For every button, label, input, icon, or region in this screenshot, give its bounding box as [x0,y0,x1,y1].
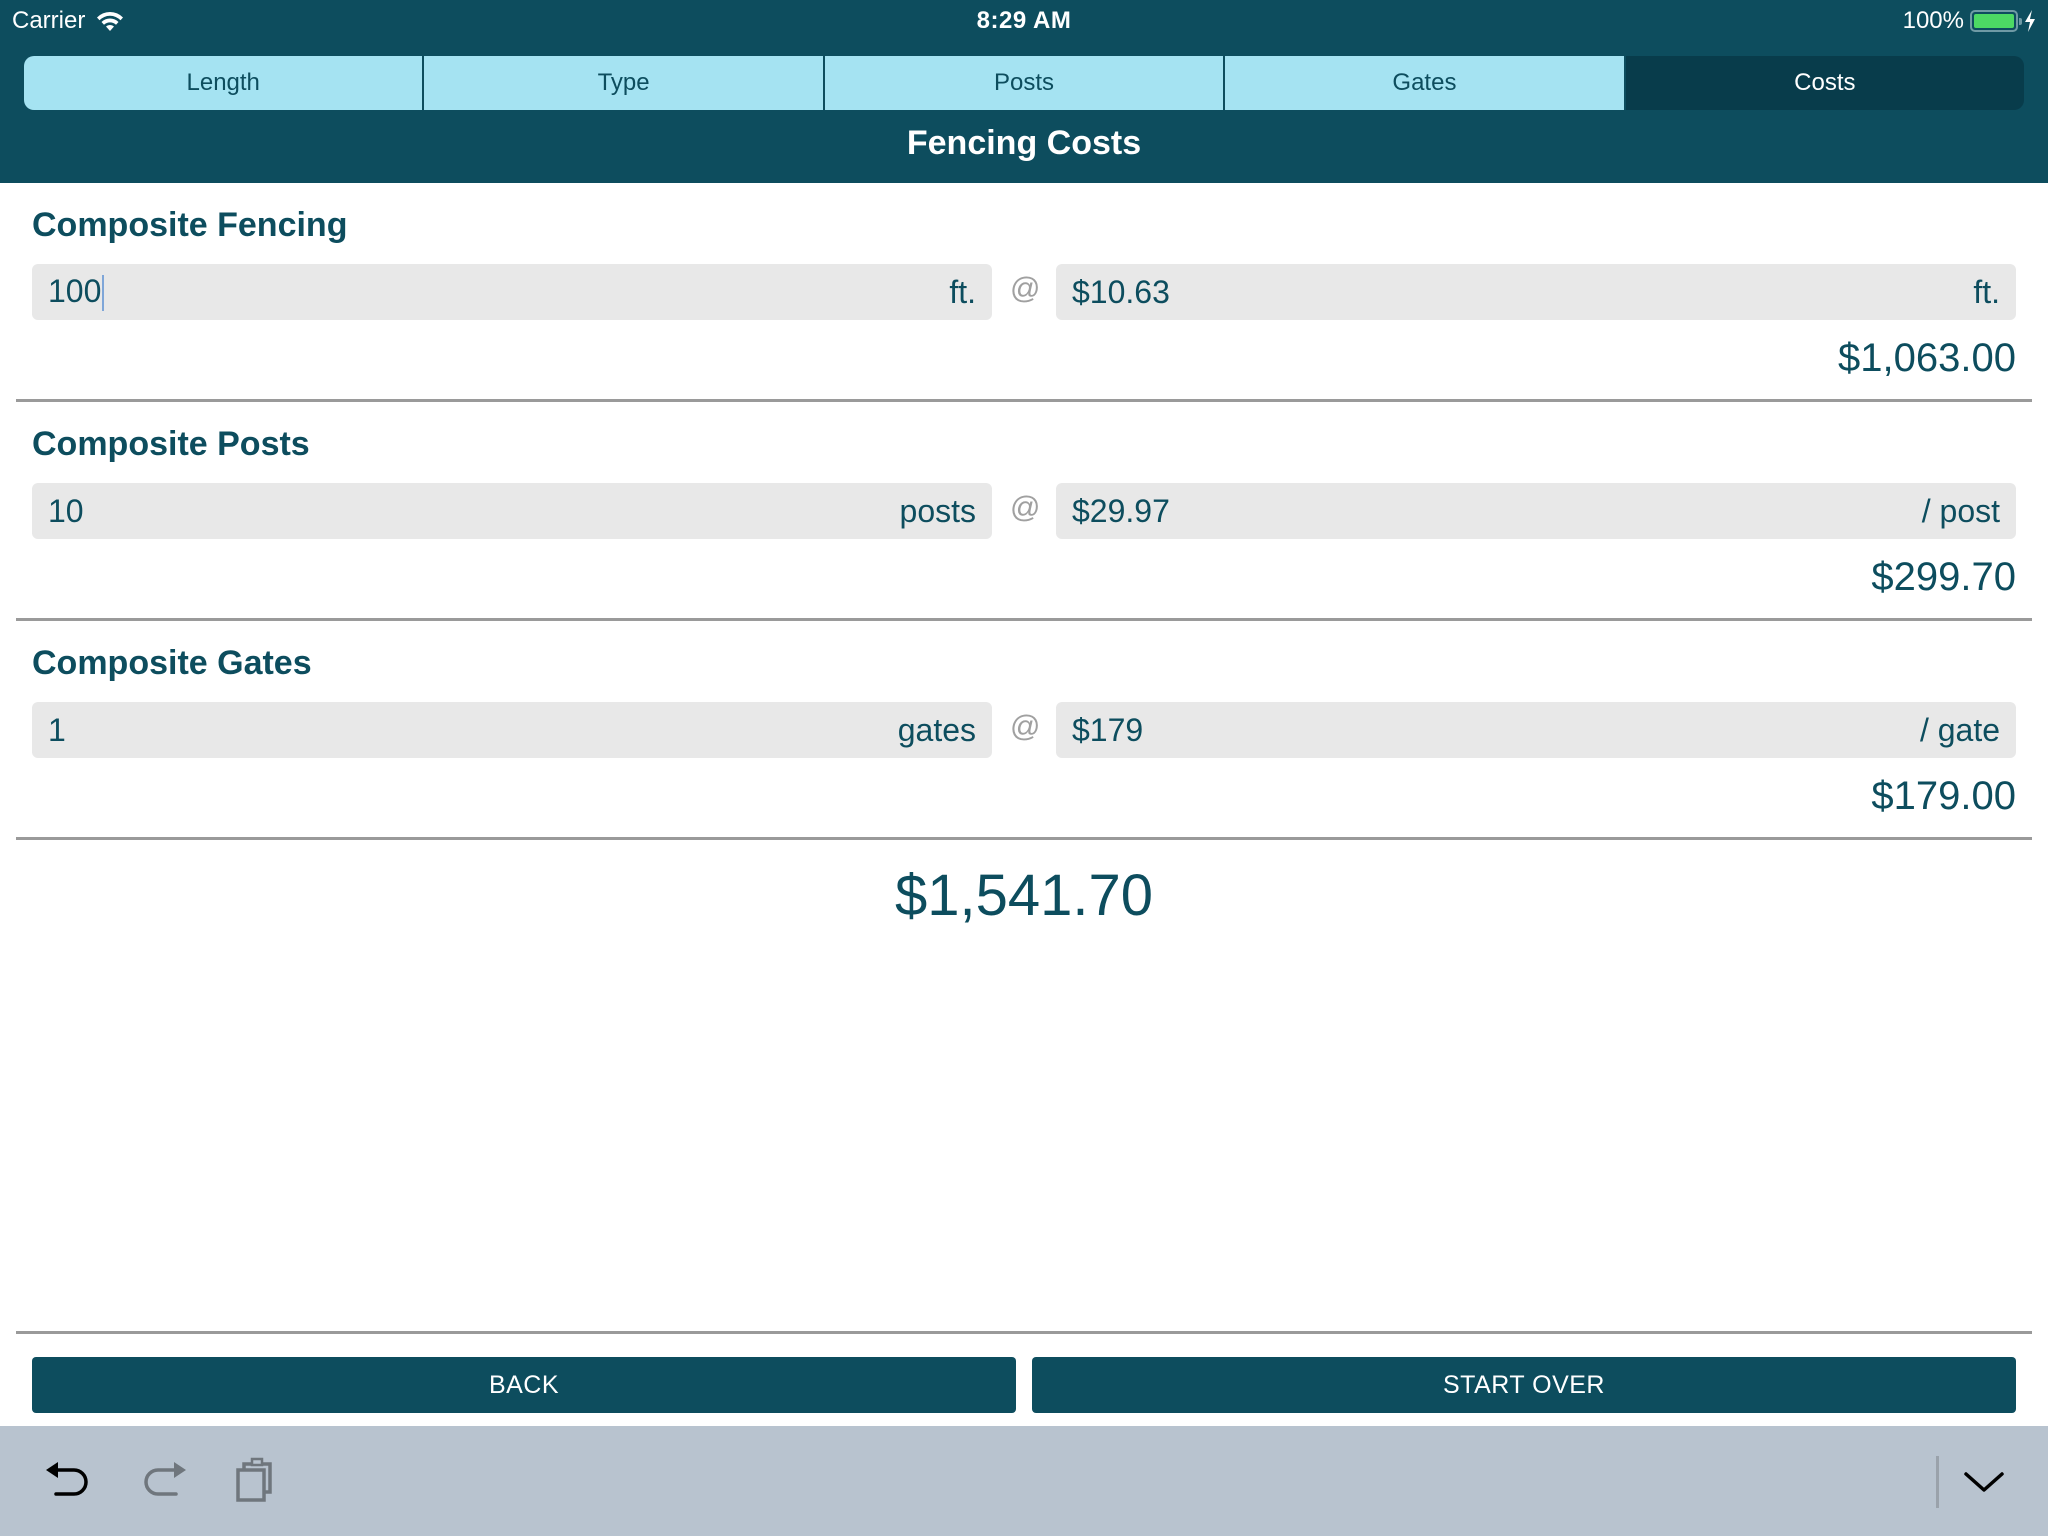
tab-label: Length [186,69,260,96]
divider [16,618,2032,621]
field-unit: / gate [1919,711,2000,748]
battery-status: 100% [1903,7,2036,35]
battery-percent: 100% [1902,7,1964,34]
text-cursor [102,275,105,312]
back-button[interactable]: BACK [32,1357,1016,1413]
status-bar: Carrier 8:29 AM 100% [0,0,2048,42]
field-value: $10.63 [1072,273,1170,310]
gates-quantity-input[interactable]: 1 gates [32,702,992,758]
start-over-button[interactable]: START OVER [1032,1357,2016,1413]
tab-gates[interactable]: Gates [1225,56,1626,110]
tab-costs[interactable]: Costs [1625,56,2024,110]
page-title: Fencing Costs [906,124,1142,162]
section-title: Composite Gates [32,644,312,682]
tab-posts[interactable]: Posts [824,56,1226,110]
at-symbol: @ [1010,272,1041,305]
field-unit: gates [897,711,976,748]
dismiss-keyboard-icon[interactable] [1958,1456,2010,1506]
section-title: Composite Fencing [32,206,348,244]
posts-quantity-input[interactable]: 10 posts [32,483,992,539]
divider [16,837,2032,840]
section-title: Composite Posts [32,425,310,463]
clock: 8:29 AM [976,7,1072,34]
at-symbol: @ [1010,491,1041,524]
field-value: 1 [48,711,66,748]
field-value: $29.97 [1072,492,1170,529]
redo-icon[interactable] [136,1456,188,1506]
tab-label: Gates [1392,69,1457,96]
keyboard-shortcut-bar [0,1426,2048,1536]
field-value: 100 [48,272,102,309]
toolbar-separator [1936,1456,1939,1508]
tab-length[interactable]: Length [24,56,425,110]
divider [16,1331,2032,1334]
fencing-subtotal: $1,063.00 [1838,336,2016,380]
gates-subtotal: $179.00 [1871,774,2016,818]
charging-bolt-icon [2025,10,2035,32]
field-value: 10 [48,492,84,529]
posts-price-input[interactable]: $29.97 / post [1056,483,2016,539]
posts-subtotal: $299.70 [1871,555,2016,599]
tab-type[interactable]: Type [424,56,825,110]
field-unit: posts [899,492,976,529]
battery-icon [1970,10,2022,32]
field-unit: ft. [949,273,976,310]
paste-icon[interactable] [228,1456,280,1506]
field-unit: ft. [1973,273,2000,310]
divider [16,399,2032,402]
fencing-length-input[interactable]: 100 ft. [32,264,992,320]
field-unit: / post [1921,492,2000,529]
gates-price-input[interactable]: $179 / gate [1056,702,2016,758]
field-value: $179 [1072,711,1144,748]
tab-label: Costs [1794,69,1856,96]
tab-label: Type [597,69,650,96]
at-symbol: @ [1010,710,1041,743]
undo-icon[interactable] [44,1456,96,1506]
fencing-price-input[interactable]: $10.63 ft. [1056,264,2016,320]
grand-total: $1,541.70 [894,863,1154,928]
step-tabs: Length Type Posts Gates Costs [24,56,2024,110]
header: Carrier 8:29 AM 100% Length Type Posts G… [0,0,2048,183]
tab-label: Posts [994,69,1055,96]
